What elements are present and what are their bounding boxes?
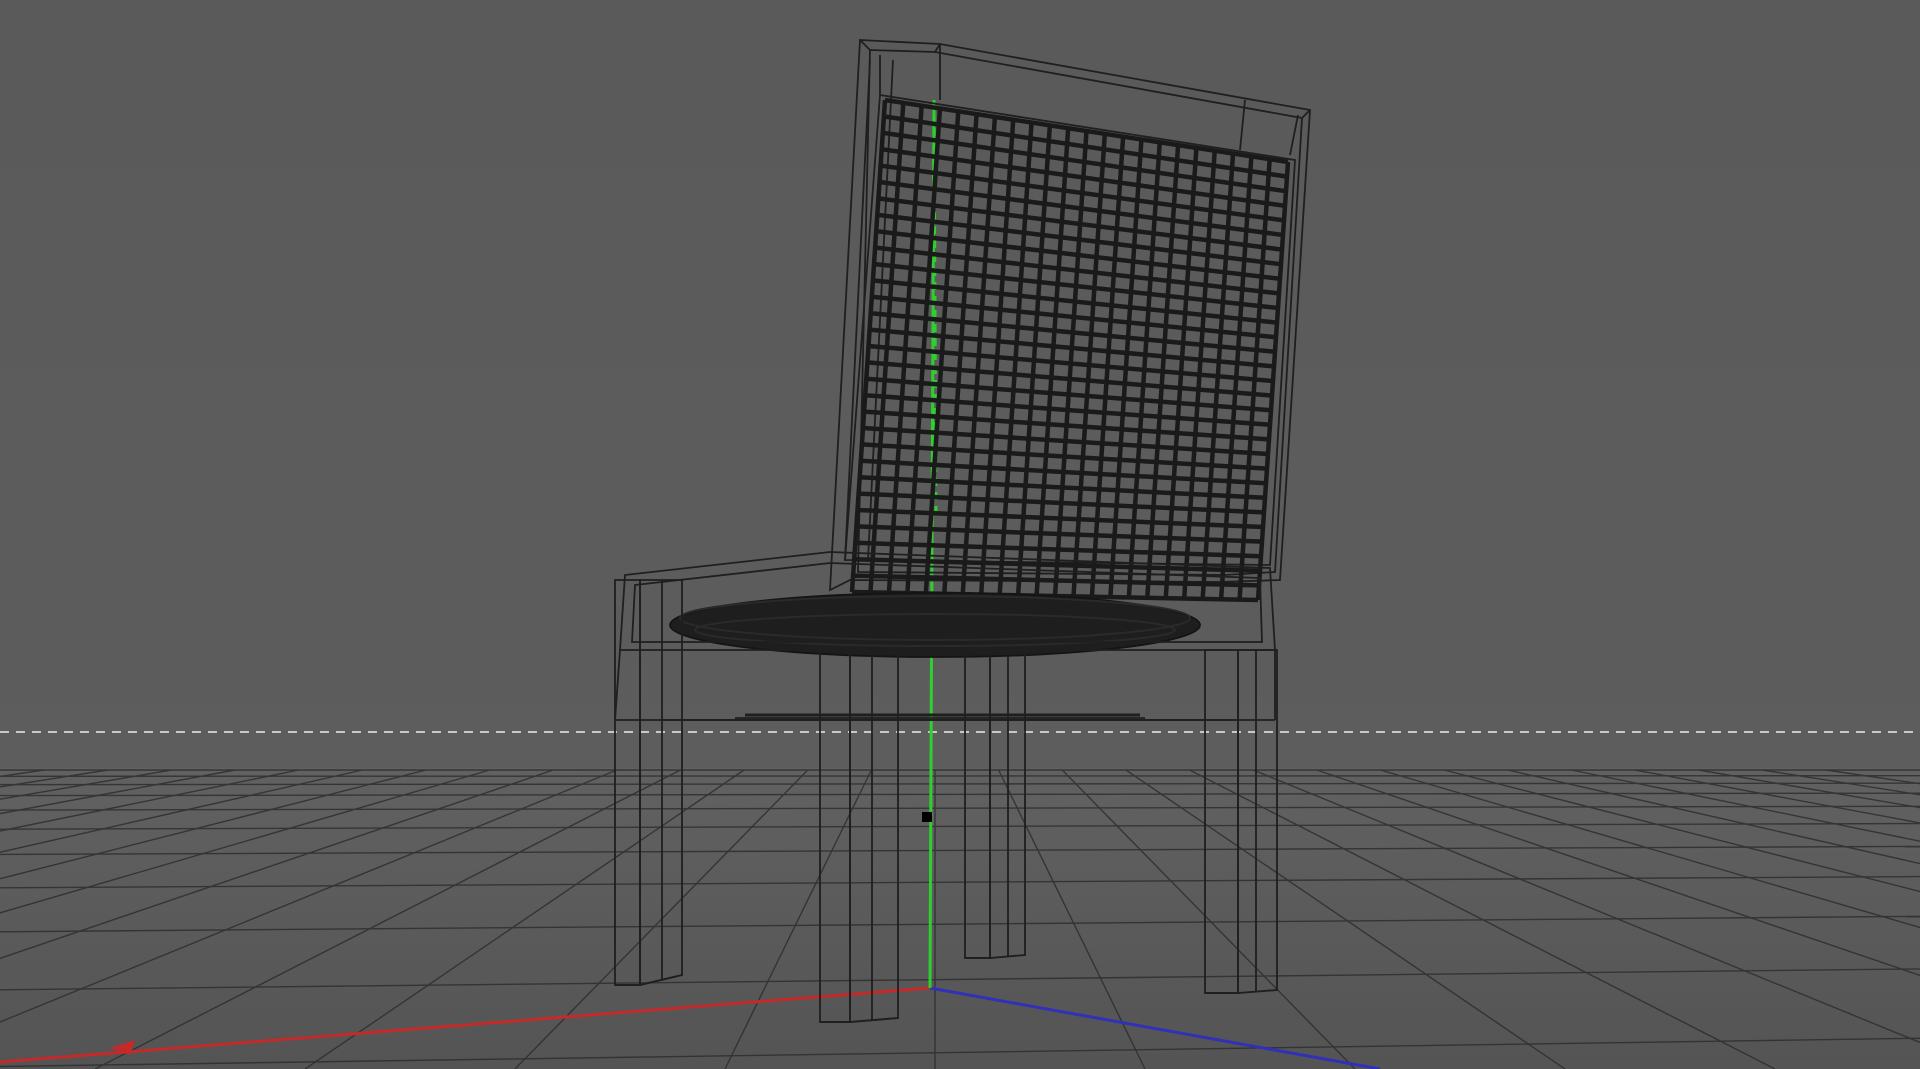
grid-line xyxy=(0,775,1920,777)
pivot-point-icon xyxy=(922,812,932,822)
seat-cushion xyxy=(669,592,1201,658)
viewport-canvas[interactable] xyxy=(0,0,1920,1069)
3d-viewport[interactable] xyxy=(0,0,1920,1069)
